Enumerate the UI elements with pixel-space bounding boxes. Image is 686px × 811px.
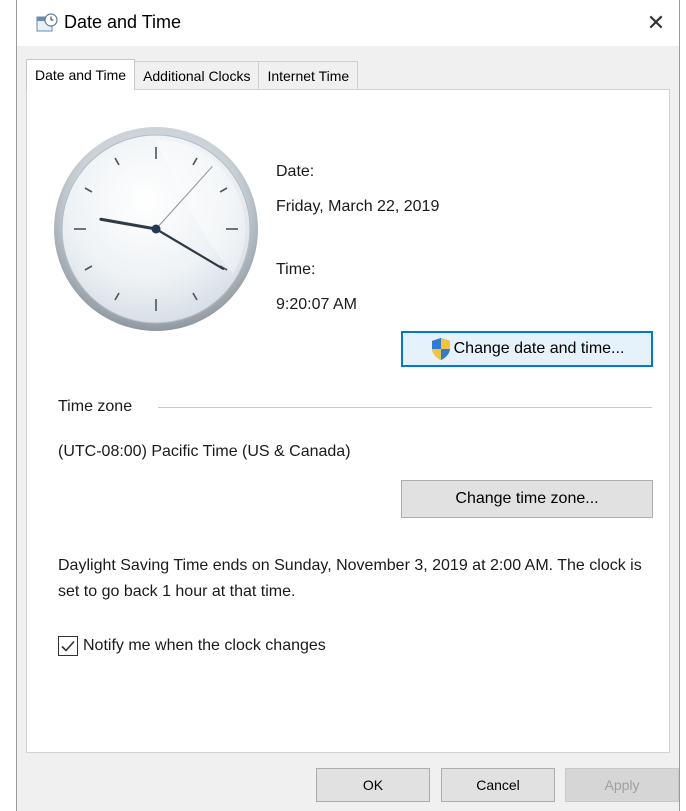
apply-button[interactable]: Apply <box>565 768 679 802</box>
tab-internet-time[interactable]: Internet Time <box>258 61 359 89</box>
apply-label: Apply <box>604 777 640 793</box>
time-value: 9:20:07 AM <box>276 296 357 313</box>
change-time-zone-button[interactable]: Change time zone... <box>401 480 653 518</box>
time-zone-divider <box>158 407 652 408</box>
date-time-dialog: Date and Time ✕ Date and Time Additional… <box>16 0 680 811</box>
dst-message: Daylight Saving Time ends on Sunday, Nov… <box>58 557 642 600</box>
tab-strip: Date and Time Additional Clocks Internet… <box>26 59 359 90</box>
tab-additional-clocks[interactable]: Additional Clocks <box>134 61 260 89</box>
cancel-button[interactable]: Cancel <box>441 768 555 802</box>
date-value: Friday, March 22, 2019 <box>276 198 440 215</box>
analog-clock <box>54 127 258 331</box>
time-zone-section-label: Time zone <box>58 398 133 415</box>
ok-button[interactable]: OK <box>316 768 430 802</box>
window-title: Date and Time <box>64 12 182 32</box>
clock-center <box>151 224 161 234</box>
change-date-time-button[interactable]: Change date and time... <box>401 331 653 367</box>
notify-label[interactable]: Notify me when the clock changes <box>83 637 326 655</box>
time-zone-value: (UTC-08:00) Pacific Time (US & Canada) <box>58 443 351 460</box>
notify-checkbox[interactable] <box>58 636 78 656</box>
ok-label: OK <box>362 777 384 793</box>
tab-date-and-time[interactable]: Date and Time <box>26 59 136 90</box>
checkmark-icon <box>61 640 75 652</box>
title-bar: Date and Time ✕ <box>17 0 679 46</box>
tab-panel: Date: Friday, March 22, 2019 Time: 9:20:… <box>26 89 670 753</box>
close-button[interactable]: ✕ <box>633 0 679 46</box>
change-time-zone-label: Change time zone... <box>455 490 599 507</box>
change-date-time-label: Change date and time... <box>453 340 625 357</box>
date-label: Date: <box>276 163 315 180</box>
date-time-icon <box>36 13 58 32</box>
time-label: Time: <box>276 261 316 278</box>
cancel-label: Cancel <box>476 777 520 793</box>
shield-icon <box>431 338 450 360</box>
close-icon: ✕ <box>646 10 666 35</box>
